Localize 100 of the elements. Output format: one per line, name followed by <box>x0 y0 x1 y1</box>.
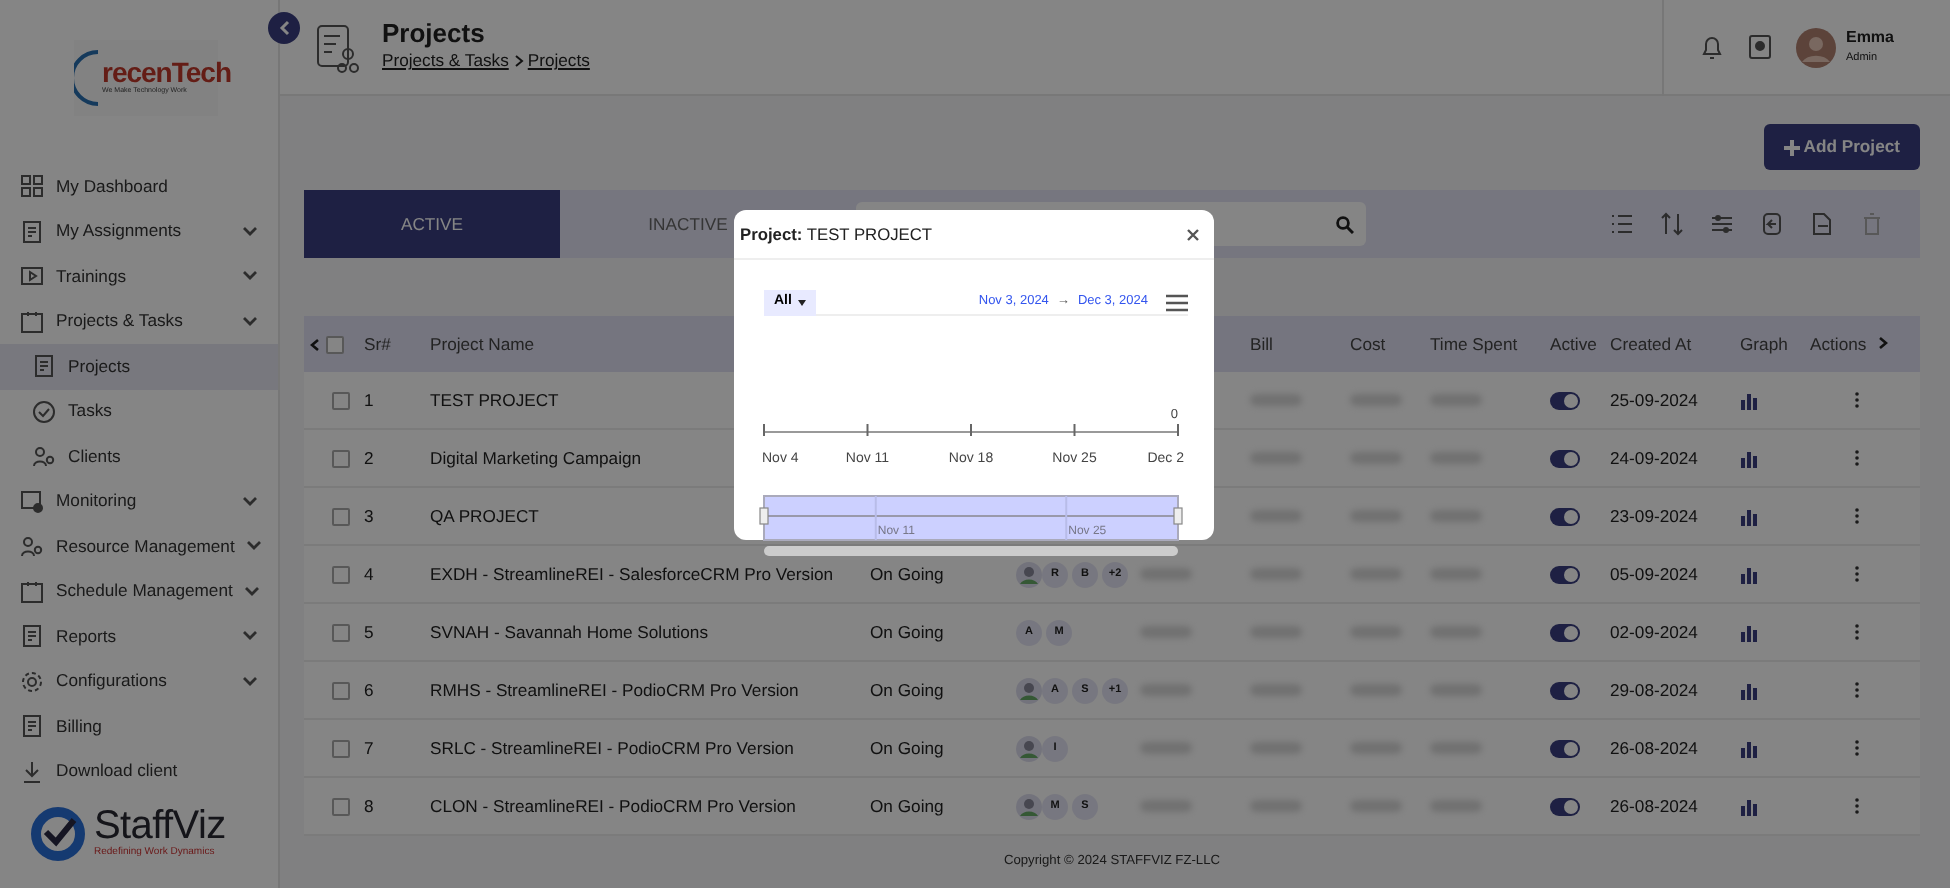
scroll-right-button[interactable] <box>1878 336 1889 351</box>
column-header: Sr# <box>364 331 391 357</box>
sidebar-item[interactable]: Resource Management <box>0 524 278 569</box>
table-cell: 7 <box>364 735 374 761</box>
checkbox[interactable] <box>332 565 350 583</box>
plus-icon <box>1783 139 1800 155</box>
scrollbar[interactable] <box>764 546 1178 556</box>
add-project-button[interactable]: Add Project <box>1763 124 1920 170</box>
table-cell: On Going <box>870 619 944 645</box>
bar-chart-icon[interactable] <box>1740 507 1758 525</box>
checkbox[interactable] <box>332 681 350 699</box>
logo-text: StaffViz <box>94 806 226 847</box>
sidebar-item[interactable]: Trainings <box>0 254 278 299</box>
monitor-icon <box>20 489 44 514</box>
range-handle[interactable] <box>759 507 769 525</box>
table-cell: TEST PROJECT <box>430 387 559 413</box>
range-handle[interactable] <box>1173 507 1183 525</box>
sidebar-item[interactable]: Reports <box>0 614 278 659</box>
close-icon <box>1186 227 1200 241</box>
kebab-menu-icon[interactable] <box>1854 508 1860 524</box>
checkbox[interactable] <box>326 335 344 353</box>
table-cell: 3 <box>364 503 374 529</box>
sidebar-subitem[interactable]: Tasks <box>0 389 278 434</box>
toggle-switch[interactable] <box>1550 623 1580 641</box>
bar-chart-icon[interactable] <box>1740 391 1758 409</box>
bar-chart-icon[interactable] <box>1740 449 1758 467</box>
toggle-switch[interactable] <box>1550 507 1580 525</box>
toggle-switch[interactable] <box>1550 391 1580 409</box>
sidebar-item[interactable]: Billing <box>0 704 278 749</box>
menu-icon[interactable] <box>1166 293 1188 311</box>
bar-chart-icon[interactable] <box>1740 681 1758 699</box>
page-title: Projects <box>382 19 487 49</box>
kebab-menu-icon[interactable] <box>1854 624 1860 640</box>
toggle-switch[interactable] <box>1550 449 1580 467</box>
checkbox[interactable] <box>332 739 350 757</box>
checkbox[interactable] <box>332 507 350 525</box>
sort-icon[interactable] <box>1660 212 1684 236</box>
checkbox[interactable] <box>332 391 350 409</box>
people-icon <box>20 534 44 559</box>
sidebar-item[interactable]: Monitoring <box>0 479 278 524</box>
import-icon[interactable] <box>1760 212 1784 236</box>
table-cell: 25-09-2024 <box>1610 387 1698 413</box>
bar-chart-icon[interactable] <box>1740 739 1758 757</box>
tab[interactable]: ACTIVE <box>304 190 560 258</box>
column-header: Active <box>1550 331 1597 357</box>
table-cell: CLON - StreamlineREI - PodioCRM Pro Version <box>430 793 796 819</box>
projects-icon <box>314 21 362 73</box>
toggle-switch[interactable] <box>1550 739 1580 757</box>
check-circle-icon <box>32 399 56 424</box>
checkbox[interactable] <box>332 449 350 467</box>
bar-chart-icon[interactable] <box>1740 623 1758 641</box>
column-header: Time Spent <box>1430 331 1518 357</box>
kebab-menu-icon[interactable] <box>1854 450 1860 466</box>
export-icon[interactable] <box>1810 212 1834 236</box>
bar-chart-icon[interactable] <box>1740 565 1758 583</box>
toggle-switch[interactable] <box>1550 565 1580 583</box>
table-cell: 29-08-2024 <box>1610 677 1698 703</box>
bar-chart-icon[interactable] <box>1740 797 1758 815</box>
table-cell: On Going <box>870 677 944 703</box>
column-header: Bill <box>1250 331 1273 357</box>
table-cell: 2 <box>364 445 374 471</box>
dialog-title: Project: TEST PROJECT <box>740 221 933 247</box>
toggle-switch[interactable] <box>1550 681 1580 699</box>
kebab-menu-icon[interactable] <box>1854 740 1860 756</box>
sidebar-item[interactable]: My Assignments <box>0 209 278 254</box>
breadcrumb-link[interactable]: Projects & Tasks <box>382 48 509 75</box>
sidebar-item[interactable]: Download client <box>0 749 278 794</box>
table-cell: 23-09-2024 <box>1610 503 1698 529</box>
kebab-menu-icon[interactable] <box>1854 566 1860 582</box>
bell-icon[interactable] <box>1700 33 1725 61</box>
document-icon <box>32 354 56 379</box>
kebab-menu-icon[interactable] <box>1854 682 1860 698</box>
kebab-menu-icon[interactable] <box>1854 798 1860 814</box>
column-header: Created At <box>1610 331 1692 357</box>
sidebar-item[interactable]: My Dashboard <box>0 164 278 209</box>
checkbox[interactable] <box>332 797 350 815</box>
member-avatar-icon <box>1016 793 1042 819</box>
breadcrumb-link[interactable]: Projects <box>527 48 590 75</box>
table-cell: Digital Marketing Campaign <box>430 445 642 471</box>
toggle-switch[interactable] <box>1550 797 1580 815</box>
sidebar-subitem[interactable]: Projects <box>0 344 278 389</box>
table-cell: On Going <box>870 561 944 587</box>
table-cell: EXDH - StreamlineREI - SalesforceCRM Pro Version <box>430 561 834 587</box>
sidebar-item[interactable]: Projects & Tasks <box>0 299 278 344</box>
sidebar-item[interactable]: Schedule Management <box>0 569 278 614</box>
calendar-icon <box>20 309 44 334</box>
kebab-menu-icon[interactable] <box>1854 392 1860 408</box>
table-cell: 6 <box>364 677 374 703</box>
table-cell: 1 <box>364 387 374 413</box>
list-icon[interactable] <box>1610 212 1634 236</box>
calendar-icon <box>20 579 44 604</box>
sliders-icon[interactable] <box>1710 212 1734 236</box>
chevron-left-icon <box>310 337 320 351</box>
sidebar-subitem[interactable]: Clients <box>0 434 278 479</box>
checkbox[interactable] <box>332 623 350 641</box>
member-avatar-icon <box>1016 735 1042 761</box>
table-cell: 05-09-2024 <box>1610 561 1698 587</box>
member-avatar-icon <box>1016 677 1042 703</box>
sidebar-item[interactable]: Configurations <box>0 659 278 704</box>
id-card-icon[interactable] <box>1748 34 1773 60</box>
